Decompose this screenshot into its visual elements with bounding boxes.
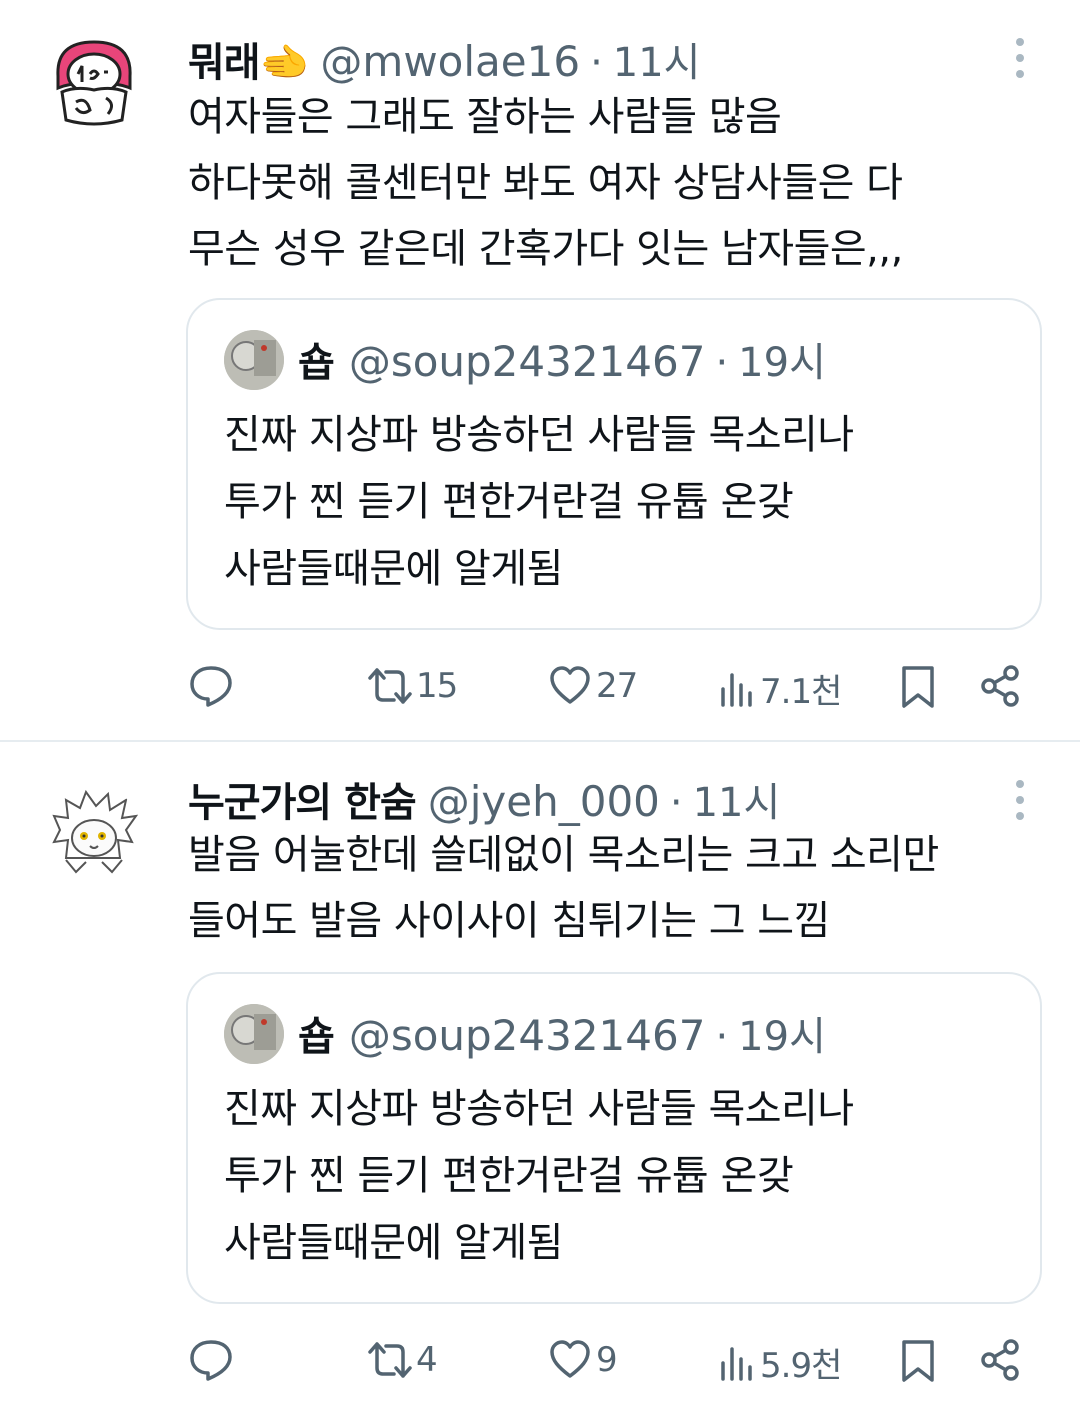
retweet-button[interactable]: 4 bbox=[366, 1338, 438, 1382]
share-icon bbox=[981, 665, 1019, 707]
quoted-text: 진짜 지상파 방송하던 사람들 목소리나 투가 찐 듣기 편한거란걸 유튭 온갖… bbox=[224, 402, 854, 603]
quoted-user-handle: @soup24321467 bbox=[348, 337, 706, 386]
view-count: 7.1천 bbox=[760, 672, 842, 712]
quoted-tweet[interactable]: 숍 @soup24321467 · 19시 진짜 지상파 방송하던 사람들 목소… bbox=[186, 972, 1042, 1304]
separator: · bbox=[715, 1014, 729, 1060]
tweet-text-line: 들어도 발음 사이사이 침튀기는 그 느낌 bbox=[188, 898, 830, 944]
share-button[interactable] bbox=[978, 1338, 1022, 1382]
quoted-text-line: 사람들때문에 알게됨 bbox=[224, 546, 563, 592]
share-icon bbox=[981, 1339, 1019, 1381]
action-bar: 15 27 7.1천 bbox=[0, 656, 1080, 716]
retweet-icon bbox=[368, 668, 412, 704]
retweet-count: 15 bbox=[416, 666, 458, 706]
bookmark-button[interactable] bbox=[898, 1338, 938, 1384]
heart-icon bbox=[550, 1340, 590, 1378]
like-count: 27 bbox=[596, 666, 638, 706]
retweet-button[interactable]: 15 bbox=[366, 664, 458, 708]
quoted-timestamp: 19시 bbox=[738, 1014, 826, 1060]
sketch-avatar-icon bbox=[224, 1004, 284, 1064]
separator: · bbox=[715, 340, 729, 386]
more-options-icon[interactable] bbox=[1004, 776, 1036, 824]
tweet-text-line: 발음 어눌한데 쓸데없이 목소리는 크고 소리만 bbox=[188, 832, 939, 878]
tweet-text: 여자들은 그래도 잘하는 사람들 많음 하다못해 콜센터만 봐도 여자 상담사들… bbox=[188, 84, 903, 282]
quoted-text-line: 투가 찐 듣기 편한거란걸 유튭 온갖 bbox=[224, 1153, 794, 1199]
bookmark-icon bbox=[902, 1340, 934, 1382]
tweet[interactable]: 누군가의 한숨 @jyeh_000 · 11시 발음 어눌한데 쓸데없이 목소리… bbox=[0, 742, 1080, 1408]
quoted-user-avatar[interactable] bbox=[224, 1004, 284, 1064]
white-hair-character-avatar-icon bbox=[46, 786, 142, 882]
tweet-text-line: 무슨 성우 같은데 간혹가다 잇는 남자들은,,, bbox=[188, 226, 903, 272]
reply-icon bbox=[190, 666, 232, 707]
quoted-text-line: 진짜 지상파 방송하던 사람들 목소리나 bbox=[224, 412, 854, 458]
views-chart-icon bbox=[721, 672, 752, 707]
like-button[interactable]: 27 bbox=[548, 664, 638, 708]
display-name[interactable]: 뭐래🫲 bbox=[188, 30, 309, 88]
like-count: 9 bbox=[596, 1340, 618, 1380]
heart-icon bbox=[550, 666, 590, 704]
sketch-avatar-icon bbox=[224, 330, 284, 390]
user-handle[interactable]: @mwolae16 bbox=[320, 37, 580, 86]
bookmark-icon bbox=[902, 666, 934, 708]
quoted-display-name: 숍 bbox=[298, 1014, 335, 1060]
views-chart-icon bbox=[721, 1346, 752, 1381]
more-options-icon[interactable] bbox=[1004, 34, 1036, 82]
quoted-header: 숍 @soup24321467 · 19시 bbox=[298, 330, 826, 388]
timestamp[interactable]: 11시 bbox=[613, 30, 701, 88]
tweet-header: 뭐래🫲 @mwolae16 · 11시 bbox=[188, 30, 700, 88]
bookmark-button[interactable] bbox=[898, 664, 938, 710]
tweet-header: 누군가의 한숨 @jyeh_000 · 11시 bbox=[188, 770, 780, 828]
quoted-display-name: 숍 bbox=[298, 340, 335, 386]
timestamp[interactable]: 11시 bbox=[693, 770, 781, 828]
reply-button[interactable] bbox=[188, 1338, 234, 1382]
quoted-tweet[interactable]: 숍 @soup24321467 · 19시 진짜 지상파 방송하던 사람들 목소… bbox=[186, 298, 1042, 630]
reply-icon bbox=[190, 1340, 232, 1381]
display-name[interactable]: 누군가의 한숨 bbox=[188, 770, 417, 828]
quoted-header: 숍 @soup24321467 · 19시 bbox=[298, 1004, 826, 1062]
quoted-timestamp: 19시 bbox=[738, 340, 826, 386]
like-button[interactable]: 9 bbox=[548, 1338, 618, 1382]
quoted-user-avatar[interactable] bbox=[224, 330, 284, 390]
quoted-text-line: 투가 찐 듣기 편한거란걸 유튭 온갖 bbox=[224, 479, 794, 525]
retweet-count: 4 bbox=[416, 1340, 438, 1380]
action-bar: 4 9 5.9천 bbox=[0, 1330, 1080, 1390]
reply-button[interactable] bbox=[188, 664, 234, 708]
share-button[interactable] bbox=[978, 664, 1022, 708]
view-count: 5.9천 bbox=[760, 1346, 842, 1386]
quoted-text-line: 사람들때문에 알게됨 bbox=[224, 1220, 563, 1266]
quoted-text: 진짜 지상파 방송하던 사람들 목소리나 투가 찐 듣기 편한거란걸 유튭 온갖… bbox=[224, 1076, 854, 1277]
separator: · bbox=[669, 780, 683, 826]
tweet-text: 발음 어눌한데 쓸데없이 목소리는 크고 소리만 들어도 발음 사이사이 침튀기… bbox=[188, 822, 939, 954]
separator: · bbox=[590, 40, 603, 86]
quoted-user-handle: @soup24321467 bbox=[348, 1011, 706, 1060]
views-button[interactable]: 5.9천 bbox=[718, 1338, 842, 1387]
retweet-icon bbox=[368, 1342, 412, 1378]
pink-hood-avatar-icon bbox=[46, 36, 142, 132]
tweet[interactable]: 뭐래🫲 @mwolae16 · 11시 여자들은 그래도 잘하는 사람들 많음 … bbox=[0, 0, 1080, 740]
user-avatar[interactable] bbox=[46, 786, 142, 882]
tweet-text-line: 여자들은 그래도 잘하는 사람들 많음 bbox=[188, 94, 782, 140]
user-handle[interactable]: @jyeh_000 bbox=[428, 777, 660, 826]
tweet-text-line: 하다못해 콜센터만 봐도 여자 상담사들은 다 bbox=[188, 160, 903, 206]
quoted-text-line: 진짜 지상파 방송하던 사람들 목소리나 bbox=[224, 1086, 854, 1132]
user-avatar[interactable] bbox=[46, 36, 142, 132]
views-button[interactable]: 7.1천 bbox=[718, 664, 842, 713]
